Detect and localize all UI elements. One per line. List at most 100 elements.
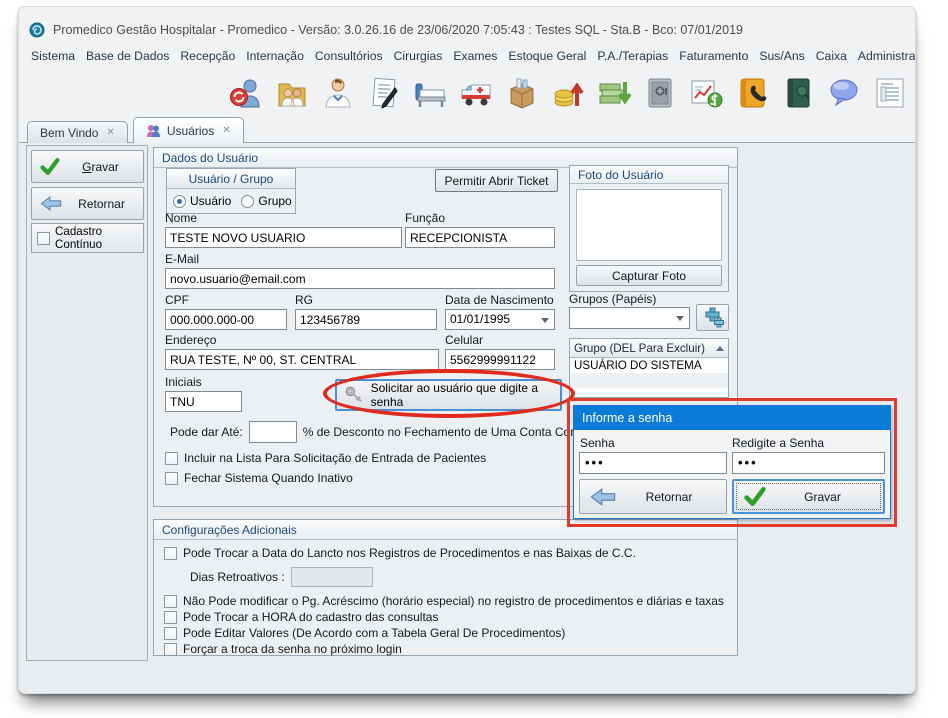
nao-pode-modificar-checkbox[interactable] — [164, 595, 177, 608]
forcar-troca-senha-checkbox[interactable] — [164, 643, 177, 656]
iniciais-input[interactable] — [165, 391, 242, 412]
cpf-input[interactable] — [165, 309, 287, 330]
email-label: E-Mail — [165, 252, 199, 266]
trocar-hora-checkbox[interactable] — [164, 611, 177, 624]
trocar-hora-check-row[interactable]: Pode Trocar a HORA do cadastro das consu… — [164, 610, 438, 624]
capturar-foto-button[interactable]: Capturar Foto — [576, 265, 722, 286]
titlebar: Promedico Gestão Hospitalar - Promedico … — [29, 19, 743, 41]
gravar-label: Gravar — [66, 160, 135, 174]
retornar-label: Retornar — [68, 197, 135, 211]
rg-input[interactable] — [295, 309, 437, 330]
menu-item-pa-terapias[interactable]: P.A./Terapias — [597, 49, 668, 69]
nao-pode-modificar-check-row[interactable]: Não Pode modificar o Pg. Acréscimo (horá… — [164, 594, 724, 608]
trocar-data-checkbox[interactable] — [164, 547, 177, 560]
toolbar-phonebook-icon[interactable] — [735, 76, 769, 110]
nome-input[interactable] — [165, 227, 402, 248]
check-icon — [744, 487, 766, 506]
informe-senha-titlebar: Informe a senha — [574, 406, 890, 430]
funcao-input[interactable] — [405, 227, 555, 248]
toolbar-hospital-bed-icon[interactable] — [413, 76, 447, 110]
menu-item-caixa[interactable]: Caixa — [816, 49, 847, 69]
senha-input[interactable]: ••• — [579, 452, 727, 474]
senha-label: Senha — [580, 436, 615, 450]
menu-item-consultorios[interactable]: Consultórios — [315, 49, 383, 69]
add-grupo-button[interactable] — [696, 304, 729, 331]
menu-item-base-de-dados[interactable]: Base de Dados — [86, 49, 169, 69]
fechar-sistema-checkbox[interactable] — [165, 472, 178, 485]
toolbar-money-out-icon[interactable] — [597, 76, 631, 110]
desconto-input[interactable] — [249, 421, 297, 443]
incluir-lista-check-row[interactable]: Incluir na Lista Para Solicitação de Ent… — [165, 451, 486, 465]
sidebar-panel: Gravar Retornar Cadastro Contínuo — [26, 145, 148, 661]
foto-usuario-group: Foto do Usuário Capturar Foto — [569, 165, 729, 292]
grupos-list-header[interactable]: Grupo (DEL Para Excluir) — [570, 339, 728, 358]
menu-item-cirurgias[interactable]: Cirurgias — [394, 49, 443, 69]
dialog-gravar-button[interactable]: Gravar — [732, 479, 885, 514]
incluir-lista-label: Incluir na Lista Para Solicitação de Ent… — [184, 451, 486, 465]
combo-arrow-icon[interactable] — [541, 318, 549, 323]
app-logo-icon — [29, 22, 45, 38]
toolbar-money-in-icon[interactable] — [551, 76, 585, 110]
toolbar-chat-icon[interactable] — [827, 76, 861, 110]
nome-label: Nome — [165, 211, 197, 225]
grupo-list-item[interactable]: USUÁRIO DO SISTEMA — [570, 358, 728, 373]
desconto-suffix-label: % de Desconto no Fechamento de Uma Conta… — [303, 425, 602, 439]
incluir-lista-checkbox[interactable] — [165, 452, 178, 465]
celular-input[interactable] — [445, 349, 555, 370]
toolbar-report-icon[interactable] — [873, 76, 907, 110]
retornar-button[interactable]: Retornar — [31, 187, 144, 220]
grupos-papeis-combo[interactable] — [569, 307, 690, 329]
menu-item-recepcao[interactable]: Recepção — [180, 49, 235, 69]
menu-item-exames[interactable]: Exames — [453, 49, 497, 69]
radio-grupo-control[interactable] — [241, 195, 254, 208]
menu-item-sus-ans[interactable]: Sus/Ans — [759, 49, 804, 69]
toolbar-patients-folder-icon[interactable] — [275, 76, 309, 110]
forcar-troca-senha-check-row[interactable]: Forçar a troca da senha no próximo login — [164, 642, 402, 656]
toolbar-book-icon[interactable] — [781, 76, 815, 110]
tab-usuarios-label: Usuários — [167, 124, 214, 138]
grupos-listbox: Grupo (DEL Para Excluir) USUÁRIO DO SIST… — [569, 338, 729, 398]
tab-usuarios[interactable]: Usuários ✕ — [133, 117, 244, 143]
grupos-list-header-label: Grupo (DEL Para Excluir) — [574, 342, 705, 355]
redigite-senha-input[interactable]: ••• — [732, 452, 885, 474]
add-plus-icon — [702, 307, 724, 329]
radio-grupo[interactable]: Grupo — [241, 194, 291, 208]
dialog-retornar-button[interactable]: Retornar — [579, 479, 727, 514]
data-nascimento-value: 01/01/1995 — [450, 312, 510, 326]
arrow-left-icon — [40, 196, 62, 211]
toolbar-users-sync-icon[interactable] — [229, 76, 263, 110]
solicitar-senha-label: Solicitar ao usuário que digite a senha — [371, 381, 552, 409]
toolbar-safe-icon[interactable] — [643, 76, 677, 110]
solicitar-senha-button[interactable]: Solicitar ao usuário que digite a senha — [335, 379, 562, 411]
tab-usuarios-close-icon[interactable]: ✕ — [222, 125, 230, 136]
gravar-button[interactable]: Gravar — [31, 150, 144, 183]
tab-bem-vindo[interactable]: Bem Vindo ✕ — [27, 121, 128, 143]
combo-arrow-icon[interactable] — [676, 316, 684, 321]
trocar-data-check-row[interactable]: Pode Trocar a Data do Lancto nos Registr… — [164, 546, 636, 560]
data-nascimento-combo[interactable]: 01/01/1995 — [445, 309, 555, 330]
toolbar-finance-chart-icon[interactable] — [689, 76, 723, 110]
editar-valores-check-row[interactable]: Pode Editar Valores (De Acordo com a Tab… — [164, 626, 565, 640]
cadastro-continuo-toggle[interactable]: Cadastro Contínuo — [31, 223, 144, 253]
cadastro-continuo-label: Cadastro Contínuo — [55, 225, 138, 251]
fechar-sistema-check-row[interactable]: Fechar Sistema Quando Inativo — [165, 471, 353, 485]
permitir-abrir-ticket-button[interactable]: Permitir Abrir Ticket — [435, 169, 558, 192]
cadastro-continuo-checkbox[interactable] — [37, 232, 50, 245]
menu-item-sistema[interactable]: Sistema — [31, 49, 75, 69]
window-title: Promedico Gestão Hospitalar - Promedico … — [53, 23, 743, 37]
radio-usuario[interactable]: Usuário — [173, 194, 231, 208]
toolbar-prescription-icon[interactable] — [367, 76, 401, 110]
endereco-input[interactable] — [165, 349, 439, 370]
menu-item-faturamento[interactable]: Faturamento — [679, 49, 748, 69]
toolbar-ambulance-icon[interactable] — [459, 76, 493, 110]
menu-item-administracao[interactable]: Administração — [858, 49, 915, 69]
tab-bem-vindo-close-icon[interactable]: ✕ — [106, 127, 114, 138]
radio-usuario-control[interactable] — [173, 195, 186, 208]
menu-item-internacao[interactable]: Internação — [246, 49, 304, 69]
usuario-grupo-box: Usuário / Grupo Usuário Grupo — [166, 168, 296, 214]
editar-valores-checkbox[interactable] — [164, 627, 177, 640]
email-input[interactable] — [165, 268, 555, 289]
toolbar-doctor-icon[interactable] — [321, 76, 355, 110]
menu-item-estoque-geral[interactable]: Estoque Geral — [508, 49, 586, 69]
toolbar-stock-box-icon[interactable] — [505, 76, 539, 110]
